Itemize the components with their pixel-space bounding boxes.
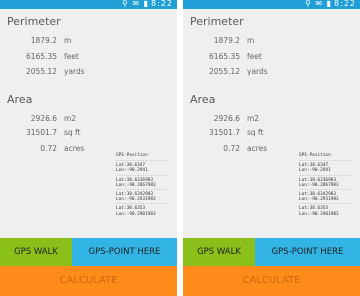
area-value: 0.72: [40, 144, 57, 153]
area-value: 2926.6: [30, 114, 57, 123]
perimeter-unit: m: [247, 36, 255, 45]
area-value: 31501.7: [208, 128, 240, 137]
app-screen-right: ⚲ ✉ ▮ 8:22 Perimeter 1879.2 m 6165.35 fee…: [183, 0, 360, 296]
gps-position-log: GPS-Position -------------------- Lat:38…: [116, 153, 174, 217]
perimeter-row-yards: 2055.12 yards: [183, 67, 360, 81]
perimeter-title: Perimeter: [7, 15, 61, 28]
gps-walk-button[interactable]: GPS WALK: [0, 238, 72, 266]
area-unit: m2: [247, 114, 260, 123]
perimeter-unit: feet: [64, 52, 79, 61]
perimeter-row-m: 1879.2 m: [183, 36, 360, 50]
perimeter-row-feet: 6165.35 feet: [183, 52, 360, 66]
status-bar: ⚲ ✉ ▮ 8:22: [183, 0, 360, 9]
perimeter-unit: yards: [64, 67, 85, 76]
gps-lon: Lon:-90.2901983: [116, 211, 156, 217]
gps-log-header: GPS-Position: [299, 153, 331, 158]
gps-log-entry: Lat:38.6336983 Lon:-90.2867983: [116, 178, 174, 188]
perimeter-unit: feet: [247, 52, 262, 61]
area-row-sqft: 31501.7 sq ft: [183, 128, 360, 142]
calculate-button[interactable]: CALCULATE: [0, 266, 177, 296]
area-row-sqft: 31501.7 sq ft: [0, 128, 177, 142]
perimeter-value: 1879.2: [30, 36, 57, 45]
status-bar: ⚲ ✉ ▮ 8:22: [0, 0, 177, 9]
gps-point-here-button[interactable]: GPS-POINT HERE: [255, 238, 360, 266]
area-unit: sq ft: [64, 128, 81, 137]
area-unit: acres: [247, 144, 268, 153]
gps-log-entry: Lat:38.6353 Lon:-90.2901983: [116, 206, 174, 216]
status-icons: ⚲ ✉ ▮ 8:22: [305, 0, 356, 8]
gps-position-log: GPS-Position -------------------- Lat:38…: [299, 153, 357, 217]
gps-log-entry: Lat:38.6347 Lon:-90.2941: [116, 163, 174, 173]
perimeter-value: 2055.12: [25, 67, 57, 76]
gps-log-entry: Lat:38.6353 Lon:-90.2901983: [299, 206, 357, 216]
area-value: 31501.7: [25, 128, 57, 137]
gps-lon: Lon:-90.2901983: [299, 211, 339, 217]
area-title: Area: [190, 93, 216, 106]
area-row-m2: 2926.6 m2: [0, 114, 177, 128]
area-unit: sq ft: [247, 128, 264, 137]
area-value: 0.72: [223, 144, 240, 153]
status-indicator-icons: ⚲ ✉ ▮: [121, 0, 150, 8]
gps-log-header: GPS-Position: [116, 153, 148, 158]
perimeter-value: 6165.35: [208, 52, 240, 61]
perimeter-unit: yards: [247, 67, 268, 76]
app-screen-left: ⚲ ✉ ▮ 8:22 Perimeter 1879.2 m 6165.35 fee…: [0, 0, 177, 296]
status-time: 8:22: [151, 0, 173, 8]
gps-walk-button[interactable]: GPS WALK: [183, 238, 255, 266]
gps-log-entry: Lat:38.6347 Lon:-90.2941: [299, 163, 357, 173]
area-title: Area: [7, 93, 33, 106]
perimeter-title: Perimeter: [190, 15, 244, 28]
gps-log-entry: Lat:38.6342983 Lon:-90.2931983: [299, 192, 357, 202]
gps-point-here-button[interactable]: GPS-POINT HERE: [72, 238, 177, 266]
perimeter-value: 2055.12: [208, 67, 240, 76]
perimeter-row-m: 1879.2 m: [0, 36, 177, 50]
perimeter-row-feet: 6165.35 feet: [0, 52, 177, 66]
area-unit: m2: [64, 114, 77, 123]
status-icons: ⚲ ✉ ▮ 8:22: [122, 0, 173, 8]
area-unit: acres: [64, 144, 85, 153]
area-value: 2926.6: [213, 114, 240, 123]
area-row-m2: 2926.6 m2: [183, 114, 360, 128]
gps-log-entry: Lat:38.6336983 Lon:-90.2867983: [299, 178, 357, 188]
perimeter-unit: m: [64, 36, 72, 45]
gps-log-entry: Lat:38.6342983 Lon:-90.2931983: [116, 192, 174, 202]
perimeter-value: 6165.35: [25, 52, 57, 61]
calculate-button[interactable]: CALCULATE: [183, 266, 360, 296]
perimeter-row-yards: 2055.12 yards: [0, 67, 177, 81]
status-indicator-icons: ⚲ ✉ ▮: [304, 0, 333, 8]
perimeter-value: 1879.2: [213, 36, 240, 45]
status-time: 8:22: [334, 0, 356, 8]
